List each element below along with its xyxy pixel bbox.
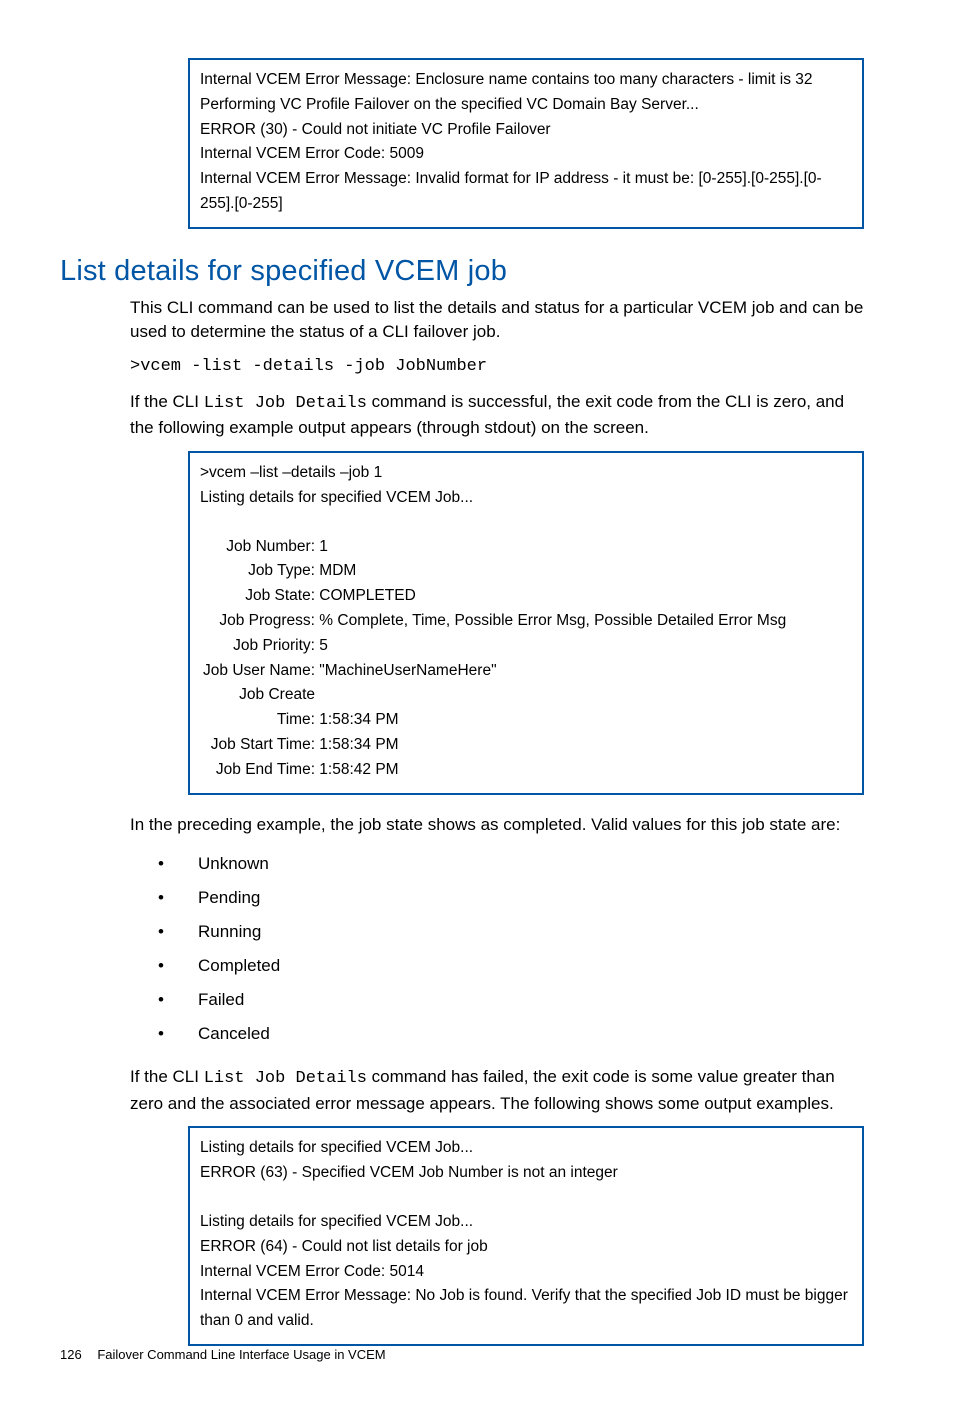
code-line: Listing details for specified VCEM Job..… bbox=[200, 1136, 852, 1161]
error-box-2: Listing details for specified VCEM Job..… bbox=[188, 1126, 864, 1346]
kv-label: Job User Name: bbox=[200, 659, 315, 684]
kv-row: Job User Name: "MachineUserNameHere" bbox=[200, 659, 852, 684]
paragraph: If the CLI List Job Details command is s… bbox=[130, 390, 864, 441]
paragraph: This CLI command can be used to list the… bbox=[130, 296, 864, 345]
section-heading: List details for specified VCEM job bbox=[60, 255, 864, 288]
inline-code: List Job Details bbox=[204, 1069, 367, 1088]
kv-value: 1 bbox=[315, 538, 328, 555]
kv-row: Job Progress: % Complete, Time, Possible… bbox=[200, 609, 852, 634]
kv-label: Job End Time: bbox=[200, 758, 315, 783]
kv-value: % Complete, Time, Possible Error Msg, Po… bbox=[315, 612, 786, 629]
text: If the CLI bbox=[130, 392, 204, 411]
kv-value: 5 bbox=[315, 637, 328, 654]
list-item: Canceled bbox=[158, 1017, 864, 1051]
code-line: Internal VCEM Error Message: Enclosure n… bbox=[200, 68, 852, 93]
code-line: Internal VCEM Error Code: 5009 bbox=[200, 142, 852, 167]
kv-row: Job End Time: 1:58:42 PM bbox=[200, 758, 852, 783]
code-line: Internal VCEM Error Code: 5014 bbox=[200, 1260, 852, 1285]
code-line: >vcem –list –details –job 1 bbox=[200, 461, 852, 486]
paragraph: If the CLI List Job Details command has … bbox=[130, 1065, 864, 1116]
kv-label: Job Start Time: bbox=[200, 733, 315, 758]
code-line: ERROR (63) - Specified VCEM Job Number i… bbox=[200, 1161, 852, 1186]
kv-row: Job Create Time: 1:58:34 PM bbox=[200, 683, 852, 733]
paragraph: In the preceding example, the job state … bbox=[130, 813, 864, 838]
kv-value: 1:58:34 PM bbox=[315, 711, 399, 728]
list-item: Failed bbox=[158, 983, 864, 1017]
kv-row: Job Number: 1 bbox=[200, 535, 852, 560]
command-line: >vcem -list -details -job JobNumber bbox=[130, 355, 864, 380]
kv-value: 1:58:42 PM bbox=[315, 761, 399, 778]
list-item: Pending bbox=[158, 881, 864, 915]
page: Internal VCEM Error Message: Enclosure n… bbox=[0, 0, 954, 1404]
error-box-1: Internal VCEM Error Message: Enclosure n… bbox=[188, 58, 864, 229]
code-line: ERROR (64) - Could not list details for … bbox=[200, 1235, 852, 1260]
list-item: Completed bbox=[158, 949, 864, 983]
kv-row: Job Type: MDM bbox=[200, 559, 852, 584]
kv-value: COMPLETED bbox=[315, 587, 416, 604]
kv-label: Job Type: bbox=[200, 559, 315, 584]
example-output-box: >vcem –list –details –job 1 Listing deta… bbox=[188, 451, 864, 795]
kv-row: Job State: COMPLETED bbox=[200, 584, 852, 609]
kv-value: 1:58:34 PM bbox=[315, 736, 399, 753]
code-line: Internal VCEM Error Message: No Job is f… bbox=[200, 1284, 852, 1334]
list-item: Unknown bbox=[158, 847, 864, 881]
kv-label: Job Number: bbox=[200, 535, 315, 560]
kv-value: MDM bbox=[315, 562, 356, 579]
code-line: Listing details for specified VCEM Job..… bbox=[200, 486, 852, 511]
kv-label: Job Priority: bbox=[200, 634, 315, 659]
kv-label: Job Progress: bbox=[200, 609, 315, 634]
page-footer: 126 Failover Command Line Interface Usag… bbox=[60, 1347, 386, 1362]
page-number: 126 bbox=[60, 1347, 82, 1362]
code-line: Listing details for specified VCEM Job..… bbox=[200, 1210, 852, 1235]
list-item: Running bbox=[158, 915, 864, 949]
kv-value: "MachineUserNameHere" bbox=[315, 662, 497, 679]
text: If the CLI bbox=[130, 1067, 204, 1086]
kv-row: Job Start Time: 1:58:34 PM bbox=[200, 733, 852, 758]
bullet-list: Unknown Pending Running Completed Failed… bbox=[158, 847, 864, 1051]
kv-label: Job Create Time: bbox=[200, 683, 315, 733]
inline-code: List Job Details bbox=[204, 394, 367, 413]
code-line: ERROR (30) - Could not initiate VC Profi… bbox=[200, 118, 852, 143]
kv-row: Job Priority: 5 bbox=[200, 634, 852, 659]
code-line: Performing VC Profile Failover on the sp… bbox=[200, 93, 852, 118]
kv-label: Job State: bbox=[200, 584, 315, 609]
code-line: Internal VCEM Error Message: Invalid for… bbox=[200, 167, 852, 217]
footer-title: Failover Command Line Interface Usage in… bbox=[97, 1347, 385, 1362]
